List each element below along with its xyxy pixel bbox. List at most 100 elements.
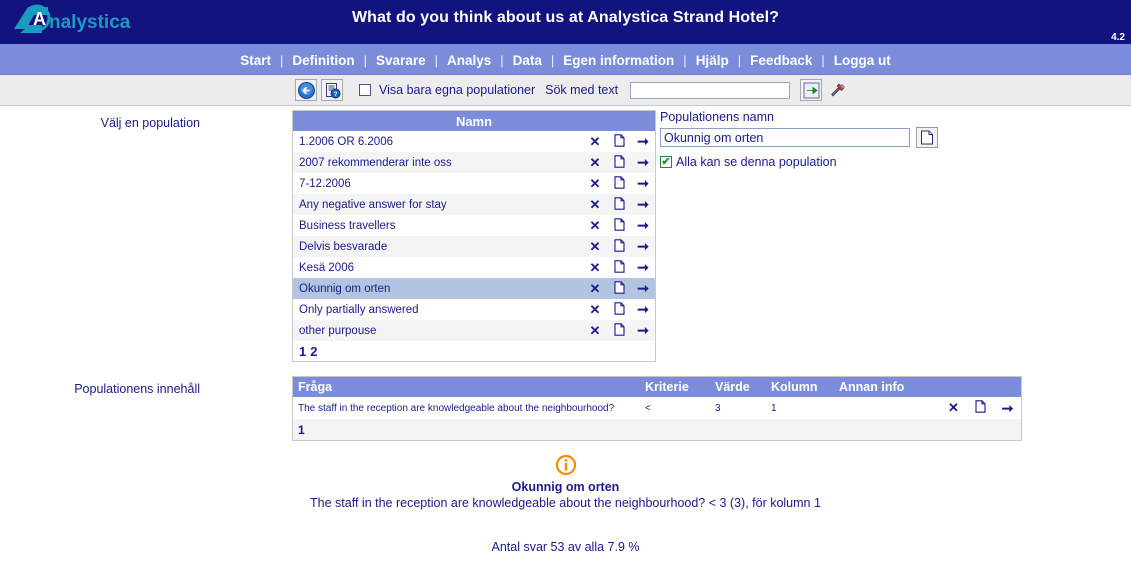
table-row[interactable]: Okunnig om orten ✕ ➞: [292, 278, 656, 299]
delete-icon[interactable]: ✕: [590, 323, 601, 338]
delete-icon[interactable]: ✕: [590, 155, 601, 170]
row-copy-action[interactable]: [607, 215, 631, 236]
select-arrow-icon[interactable]: ➞: [637, 301, 649, 317]
back-arrow-icon[interactable]: [295, 79, 317, 101]
table-row[interactable]: 2007 rekommenderar inte oss ✕ ➞: [292, 152, 656, 173]
new-document-icon[interactable]: [916, 127, 938, 148]
row-copy-action[interactable]: [607, 257, 631, 278]
copy-document-icon[interactable]: [613, 238, 625, 255]
row-select-action[interactable]: ➞: [631, 194, 656, 215]
delete-icon[interactable]: ✕: [590, 176, 601, 191]
row-delete-action[interactable]: ✕: [583, 173, 607, 194]
copy-document-icon[interactable]: [613, 175, 625, 192]
delete-icon[interactable]: ✕: [590, 302, 601, 317]
row-select-action[interactable]: ➞: [994, 397, 1022, 419]
population-name-input[interactable]: [660, 128, 910, 147]
copy-document-icon[interactable]: [613, 196, 625, 213]
delete-icon[interactable]: ✕: [590, 218, 601, 233]
copy-document-icon[interactable]: [613, 322, 625, 339]
page-link-2[interactable]: 2: [310, 344, 317, 359]
table-row[interactable]: Kesä 2006 ✕ ➞: [293, 257, 656, 278]
row-select-action[interactable]: ➞: [631, 278, 656, 299]
page-link-1[interactable]: 1: [299, 344, 306, 359]
table-row[interactable]: Only partially answered ✕ ➞: [293, 299, 656, 320]
green-arrow-go-icon[interactable]: [800, 79, 823, 101]
delete-icon[interactable]: ✕: [948, 400, 959, 415]
nav-item-definition[interactable]: Definition: [283, 53, 363, 68]
nav-item-feedback[interactable]: Feedback: [741, 53, 821, 68]
copy-document-icon[interactable]: [613, 133, 625, 150]
nav-item-data[interactable]: Data: [504, 53, 551, 68]
select-arrow-icon[interactable]: ➞: [637, 217, 649, 233]
copy-document-icon[interactable]: [613, 301, 625, 318]
row-copy-action[interactable]: [607, 194, 631, 215]
row-copy-action[interactable]: [967, 397, 994, 419]
copy-document-icon[interactable]: [613, 217, 625, 234]
nav-item-egen-information[interactable]: Egen information: [554, 53, 683, 68]
copy-document-icon[interactable]: [613, 259, 625, 276]
table-row[interactable]: other purpouse ✕ ➞: [292, 320, 656, 341]
row-copy-action[interactable]: [607, 131, 631, 152]
row-delete-action[interactable]: ✕: [583, 257, 607, 278]
row-select-action[interactable]: ➞: [631, 257, 656, 278]
show-own-populations-checkbox[interactable]: [359, 84, 371, 96]
select-arrow-icon[interactable]: ➞: [637, 259, 649, 275]
nav-item-analys[interactable]: Analys: [438, 53, 500, 68]
select-arrow-icon[interactable]: ➞: [637, 322, 649, 338]
content-kriterie-cell: <: [645, 402, 651, 414]
select-arrow-icon[interactable]: ➞: [637, 154, 649, 170]
table-row[interactable]: 1.2006 OR 6.2006 ✕ ➞: [293, 131, 656, 152]
row-select-action[interactable]: ➞: [631, 299, 656, 320]
row-delete-action[interactable]: ✕: [583, 320, 607, 341]
select-arrow-icon[interactable]: ➞: [1002, 400, 1014, 416]
nav-item-hjälp[interactable]: Hjälp: [687, 53, 738, 68]
row-select-action[interactable]: ➞: [631, 173, 656, 194]
delete-icon[interactable]: ✕: [590, 239, 601, 254]
copy-document-icon[interactable]: [613, 280, 625, 297]
row-copy-action[interactable]: [607, 236, 631, 257]
copy-document-icon[interactable]: [613, 154, 625, 171]
row-delete-action[interactable]: ✕: [583, 278, 607, 299]
row-select-action[interactable]: ➞: [631, 236, 656, 257]
nav-item-logga-ut[interactable]: Logga ut: [825, 53, 900, 68]
select-arrow-icon[interactable]: ➞: [637, 175, 649, 191]
row-copy-action[interactable]: [607, 152, 631, 173]
table-row[interactable]: The staff in the reception are knowledge…: [293, 397, 1022, 419]
delete-icon[interactable]: ✕: [590, 134, 601, 149]
select-arrow-icon[interactable]: ➞: [637, 196, 649, 212]
select-arrow-icon[interactable]: ➞: [637, 133, 649, 149]
table-row[interactable]: Any negative answer for stay ✕ ➞: [292, 194, 656, 215]
table-row[interactable]: Business travellers ✕ ➞: [293, 215, 656, 236]
row-copy-action[interactable]: [607, 299, 631, 320]
select-arrow-icon[interactable]: ➞: [637, 280, 649, 296]
share-population-checkbox[interactable]: ✔: [660, 156, 672, 168]
row-delete-action[interactable]: ✕: [583, 152, 607, 173]
content-page-link-1[interactable]: 1: [298, 423, 305, 437]
row-select-action[interactable]: ➞: [631, 320, 656, 341]
row-select-action[interactable]: ➞: [631, 215, 656, 236]
row-delete-action[interactable]: ✕: [583, 236, 607, 257]
table-row[interactable]: 7-12.2006 ✕ ➞: [293, 173, 656, 194]
nav-item-svarare[interactable]: Svarare: [367, 53, 435, 68]
delete-icon[interactable]: ✕: [590, 197, 601, 212]
row-delete-action[interactable]: ✕: [940, 397, 967, 419]
row-delete-action[interactable]: ✕: [583, 131, 607, 152]
document-help-icon[interactable]: ?: [321, 79, 343, 101]
row-select-action[interactable]: ➞: [631, 131, 656, 152]
nav-item-start[interactable]: Start: [231, 53, 280, 68]
search-input[interactable]: [630, 81, 791, 99]
row-delete-action[interactable]: ✕: [583, 194, 607, 215]
tools-icon[interactable]: [826, 79, 848, 101]
row-delete-action[interactable]: ✕: [583, 215, 607, 236]
row-delete-action[interactable]: ✕: [583, 299, 607, 320]
version-label: 4.2: [1111, 32, 1125, 43]
delete-icon[interactable]: ✕: [590, 281, 601, 296]
row-copy-action[interactable]: [607, 278, 631, 299]
table-row[interactable]: Delvis besvarade ✕ ➞: [292, 236, 656, 257]
row-copy-action[interactable]: [607, 320, 631, 341]
row-copy-action[interactable]: [607, 173, 631, 194]
select-arrow-icon[interactable]: ➞: [637, 238, 649, 254]
delete-icon[interactable]: ✕: [590, 260, 601, 275]
row-select-action[interactable]: ➞: [631, 152, 656, 173]
copy-document-icon[interactable]: [975, 400, 986, 416]
